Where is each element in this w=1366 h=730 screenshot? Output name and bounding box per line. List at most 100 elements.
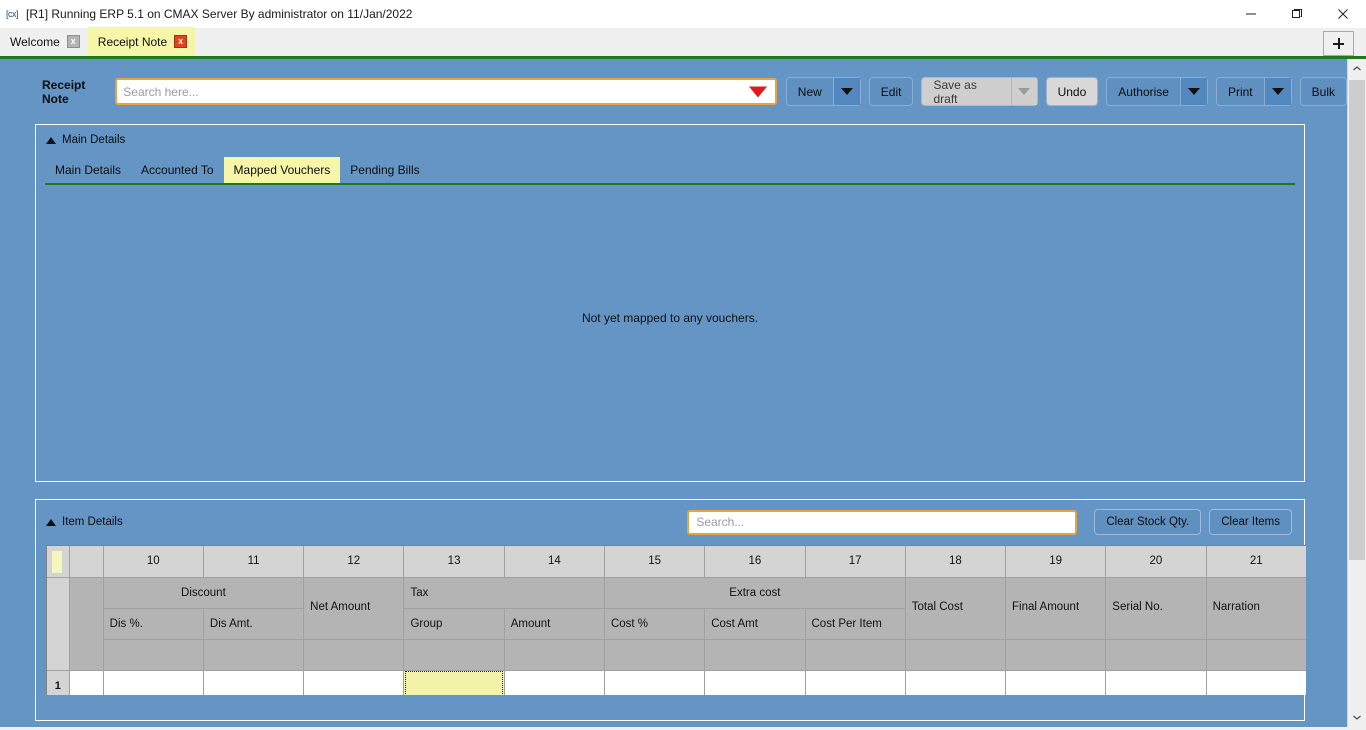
authorise-dropdown-arrow[interactable]: [1179, 78, 1207, 105]
undo-button[interactable]: Undo: [1045, 77, 1099, 106]
tab-pending-bills[interactable]: Pending Bills: [340, 157, 429, 183]
grid-filter-cell[interactable]: [905, 639, 1007, 671]
record-search-input[interactable]: Search here...: [115, 78, 777, 105]
grid-cell-cost-per-item[interactable]: [805, 670, 906, 695]
grid-cell-total-cost[interactable]: [905, 670, 1007, 695]
grid-cell-narration[interactable]: [1206, 670, 1306, 695]
item-details-section-title: Item Details: [62, 516, 123, 528]
grid-column-number-row: 10 11 12 13 14 15 16 17 18 19 20 21: [47, 546, 1306, 578]
grid-filter-cell[interactable]: [203, 639, 305, 671]
grid-filter-cell[interactable]: [103, 639, 204, 671]
vertical-scrollbar[interactable]: [1347, 59, 1366, 727]
grid-filter-cell[interactable]: [1005, 639, 1107, 671]
record-search-placeholder: Search here...: [123, 84, 199, 99]
grid-filter-cell[interactable]: [504, 639, 605, 671]
grid-header-narration: Narration: [1206, 577, 1306, 640]
grid-filter-cell[interactable]: [704, 639, 806, 671]
grid-colnum-21[interactable]: 21: [1206, 546, 1306, 578]
grid-filter-cell[interactable]: [303, 639, 405, 671]
collapse-triangle-icon[interactable]: [46, 518, 56, 526]
chevron-down-icon[interactable]: [748, 86, 767, 97]
grid-filter-cell[interactable]: [403, 639, 505, 671]
grid-header-tax-amount: Amount: [504, 608, 605, 640]
new-button[interactable]: New: [785, 77, 861, 106]
application-body: Receipt Note Search here... New Edit Sav…: [0, 59, 1366, 727]
empty-state-message: Not yet mapped to any vouchers.: [581, 311, 759, 325]
bulk-button-label: Bulk: [1311, 84, 1335, 99]
close-icon[interactable]: [1320, 0, 1366, 28]
print-dropdown-arrow[interactable]: [1263, 78, 1291, 105]
item-grid-table: 10 11 12 13 14 15 16 17 18 19 20 21 Disc…: [47, 546, 1306, 695]
tab-receipt-note-close-icon[interactable]: x: [174, 35, 188, 48]
grid-row-number[interactable]: 1: [47, 670, 70, 695]
grid-colnum-20[interactable]: 20: [1105, 546, 1207, 578]
grid-cell-serial-no[interactable]: [1105, 670, 1207, 695]
collapse-triangle-icon[interactable]: [46, 136, 56, 144]
grid-cell-dis-percent[interactable]: [103, 670, 204, 695]
new-dropdown-arrow[interactable]: [832, 78, 860, 105]
grid-colnum-17[interactable]: 17: [805, 546, 906, 578]
grid-colnum-18[interactable]: 18: [905, 546, 1007, 578]
grid-cell-dis-amt[interactable]: [203, 670, 305, 695]
edit-button-label: Edit: [880, 84, 902, 99]
grid-colnum-16[interactable]: 16: [704, 546, 806, 578]
scrollbar-thumb[interactable]: [1349, 80, 1365, 560]
item-grid[interactable]: 10 11 12 13 14 15 16 17 18 19 20 21 Disc…: [46, 545, 1306, 695]
authorise-button[interactable]: Authorise: [1106, 77, 1208, 106]
grid-cell-cost-amt[interactable]: [704, 670, 806, 695]
item-search-input[interactable]: Search...: [687, 509, 1078, 535]
grid-colnum-13[interactable]: 13: [403, 546, 505, 578]
grid-filter-cell[interactable]: [1105, 639, 1207, 671]
main-details-tabs: Main Details Accounted To Mapped Voucher…: [45, 157, 1295, 185]
edit-button[interactable]: Edit: [868, 77, 914, 106]
tab-accounted-to[interactable]: Accounted To: [131, 157, 224, 183]
grid-cell-tax-amount[interactable]: [504, 670, 605, 695]
grid-corner-cell[interactable]: [47, 546, 70, 578]
clear-items-button[interactable]: Clear Items: [1209, 509, 1292, 535]
grid-colnum-14[interactable]: 14: [504, 546, 605, 578]
grid-cell-final-amount[interactable]: [1005, 670, 1107, 695]
new-button-label: New: [797, 84, 822, 99]
scrollbar-track[interactable]: [1348, 78, 1366, 708]
corner-marker-icon: [52, 551, 62, 573]
grid-row-selector[interactable]: [69, 670, 104, 695]
grid-number-blank: [69, 546, 104, 578]
save-as-draft-button[interactable]: Save as draft: [921, 77, 1038, 106]
scroll-up-icon[interactable]: [1348, 59, 1366, 78]
grid-colnum-19[interactable]: 19: [1005, 546, 1107, 578]
tab-receipt-note[interactable]: Receipt Note x: [87, 27, 196, 56]
minimize-icon[interactable]: [1228, 0, 1274, 28]
window-controls: [1228, 0, 1366, 28]
grid-cell-net-amount[interactable]: [303, 670, 405, 695]
window-title-bar: [cx] [R1] Running ERP 5.1 on CMAX Server…: [0, 0, 1366, 28]
grid-filter-cell[interactable]: [805, 639, 906, 671]
tab-welcome-close-icon[interactable]: x: [66, 35, 80, 48]
main-details-section-header[interactable]: Main Details: [36, 125, 1304, 146]
grid-cell-cost-percent[interactable]: [604, 670, 706, 695]
grid-filter-cell[interactable]: [1206, 639, 1306, 671]
table-row[interactable]: 1: [47, 670, 1306, 695]
tab-welcome[interactable]: Welcome x: [0, 27, 88, 56]
grid-colnum-12[interactable]: 12: [303, 546, 405, 578]
grid-colnum-10[interactable]: 10: [103, 546, 204, 578]
scroll-down-icon[interactable]: [1348, 708, 1366, 727]
grid-colnum-11[interactable]: 11: [203, 546, 305, 578]
print-button[interactable]: Print: [1215, 77, 1292, 106]
app-icon: [cx]: [6, 9, 19, 19]
clear-stock-qty-button[interactable]: Clear Stock Qty.: [1094, 509, 1202, 535]
tab-mapped-vouchers-label: Mapped Vouchers: [233, 162, 331, 177]
tab-main-details[interactable]: Main Details: [45, 157, 131, 183]
tab-pending-bills-label: Pending Bills: [350, 162, 420, 177]
add-tab-button[interactable]: [1323, 31, 1354, 56]
command-buttons: New Edit Save as draft Undo Authorise Pr…: [785, 77, 1347, 106]
grid-colnum-15[interactable]: 15: [604, 546, 706, 578]
bulk-button[interactable]: Bulk: [1299, 77, 1347, 106]
save-as-draft-dropdown-arrow[interactable]: [1011, 78, 1037, 105]
item-details-section-header[interactable]: Item Details: [46, 516, 687, 528]
tab-mapped-vouchers[interactable]: Mapped Vouchers: [223, 157, 341, 183]
chevron-down-icon: [1018, 88, 1031, 95]
maximize-icon[interactable]: [1274, 0, 1320, 28]
tab-accounted-to-label: Accounted To: [141, 162, 214, 177]
grid-filter-cell[interactable]: [604, 639, 706, 671]
grid-cell-tax-group[interactable]: [403, 670, 505, 695]
